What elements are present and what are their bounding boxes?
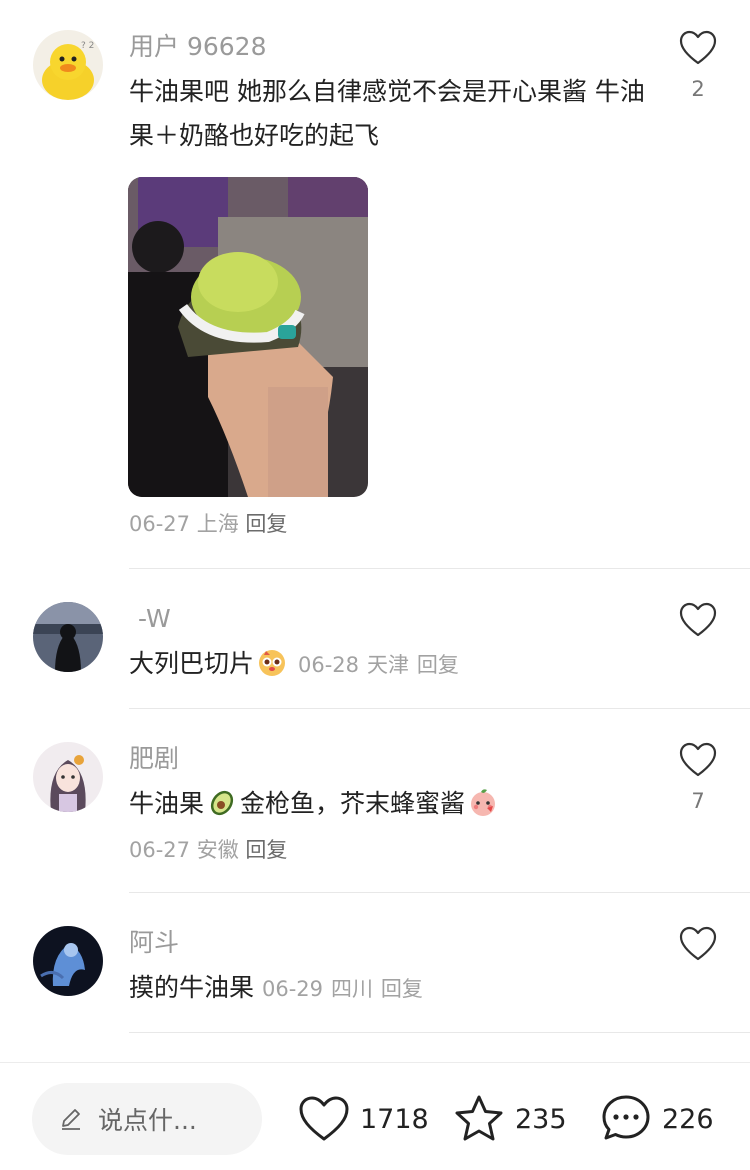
comment-text: 大列巴切片 [129, 649, 255, 678]
avatar[interactable] [33, 926, 103, 996]
comment-meta: 06-27 上海 回复 [129, 508, 287, 540]
svg-text:? 2: ? 2 [81, 41, 94, 51]
peach-face-emoji-icon [467, 786, 499, 818]
avatar[interactable] [33, 602, 103, 672]
blue-figure-avatar-icon [33, 926, 103, 996]
speech-bubble-icon [602, 1095, 650, 1140]
divider [129, 568, 750, 569]
avatar[interactable] [33, 742, 103, 812]
star-icon [455, 1095, 503, 1141]
avatar[interactable]: ? 2 [33, 30, 103, 100]
yellow-duck-avatar-icon: ? 2 [33, 30, 103, 100]
favorite-total: 235 [515, 1103, 567, 1135]
comment-like-button[interactable] [676, 602, 720, 638]
comment-like-button[interactable] [676, 926, 720, 962]
comment-text-line: 大列巴切片 06-28 天津 回复 [129, 642, 689, 687]
divider [129, 892, 750, 893]
heart-icon [679, 30, 717, 65]
like-post-button[interactable]: 1718 [298, 1091, 429, 1147]
comment-text-line: 摸的牛油果 06-29 四川 回复 [129, 966, 689, 1011]
reply-button[interactable]: 回复 [417, 653, 459, 677]
comment-date: 06-28 [297, 653, 359, 677]
heart-icon [299, 1096, 349, 1141]
comment-location: 天津 [366, 653, 409, 677]
username[interactable]: -W [138, 602, 171, 636]
comment-like-button[interactable]: 2 [676, 30, 720, 100]
comment-location: 四川 [330, 977, 373, 1001]
username[interactable]: 阿斗 [129, 926, 179, 960]
heart-icon [679, 602, 717, 637]
avocado-emoji-icon [206, 786, 238, 818]
comment-date: 06-29 [261, 977, 323, 1001]
comment-text: 摸的牛油果 [129, 973, 255, 1002]
bottom-action-bar: 说点什... 1718 235 226 [0, 1062, 750, 1170]
username[interactable]: 用户 96628 [129, 30, 266, 64]
input-placeholder: 说点什... [98, 1106, 197, 1135]
anime-girl-avatar-icon [33, 742, 103, 812]
comment-like-button[interactable]: 7 [676, 742, 720, 812]
divider [129, 708, 750, 709]
comment-meta: 06-27 安徽 回复 [129, 834, 287, 866]
like-count: 7 [691, 789, 705, 813]
reply-button[interactable]: 回复 [381, 977, 423, 1001]
comment-location: 安徽 [196, 838, 239, 862]
comment-text-line: 牛油果 金枪鱼，芥末蜂蜜酱 [129, 782, 689, 826]
comment-date: 06-27 [129, 838, 191, 862]
reply-button[interactable]: 回复 [245, 512, 287, 536]
reply-button[interactable]: 回复 [245, 838, 287, 862]
comment-input[interactable]: 说点什... [32, 1083, 262, 1155]
comment-image[interactable] [128, 177, 368, 497]
cute-face-emoji-icon [256, 646, 288, 678]
comment-total: 226 [662, 1103, 714, 1135]
comment-location: 上海 [196, 512, 239, 536]
dark-silhouette-avatar-icon [33, 602, 103, 672]
heart-icon [679, 742, 717, 777]
heart-icon [679, 926, 717, 961]
like-total: 1718 [360, 1103, 429, 1135]
comment-text: 牛油果吧 她那么自律感觉不会是开心果酱 牛油果＋奶酪也好吃的起飞 [129, 77, 645, 150]
avocado-toast-photo-icon [128, 177, 368, 497]
comment-date: 06-27 [129, 512, 191, 536]
comment-text-part: 牛油果 [129, 789, 205, 818]
favorite-button[interactable]: 235 [453, 1091, 567, 1147]
divider [129, 1032, 750, 1033]
like-count: 2 [691, 77, 705, 101]
pencil-icon [62, 1109, 80, 1130]
comment-text-part: 金枪鱼，芥末蜂蜜酱 [240, 789, 466, 818]
username[interactable]: 肥剧 [129, 742, 179, 776]
comment-button[interactable]: 226 [600, 1091, 714, 1147]
